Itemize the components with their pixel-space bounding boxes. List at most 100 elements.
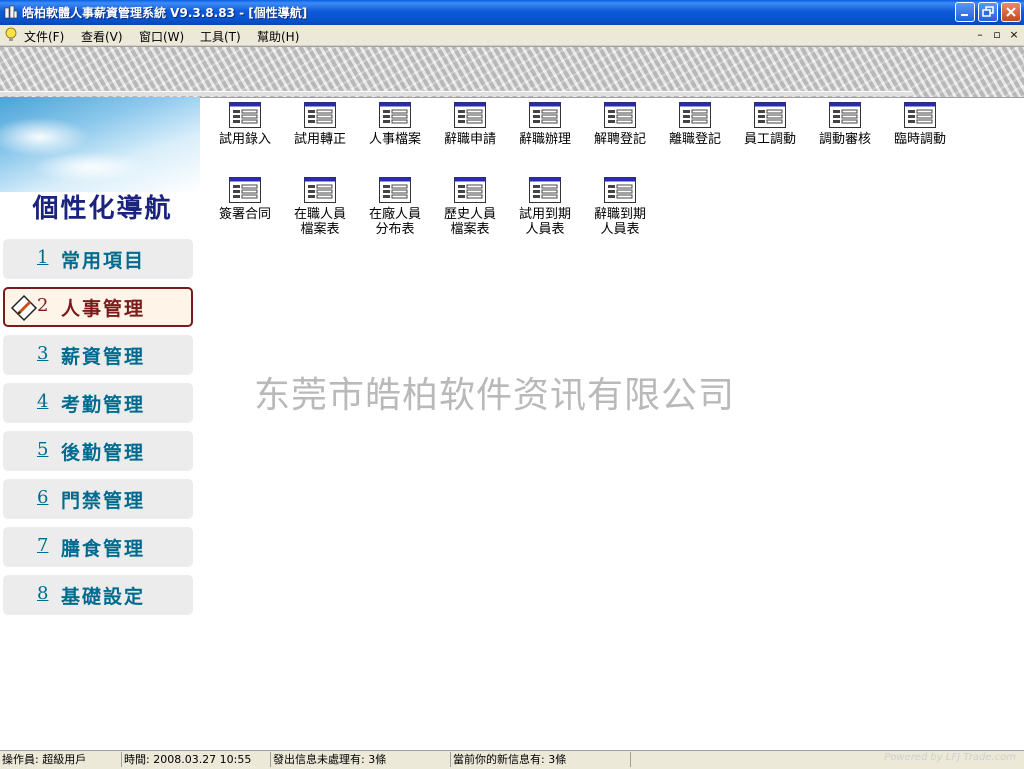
menu-file[interactable]: 文件(F) <box>24 28 64 45</box>
module-label: 試用到期 人員表 <box>518 207 571 237</box>
module-button[interactable]: 在廠人員 分布表 <box>360 177 430 237</box>
mdi-close-button[interactable]: × <box>1007 29 1021 41</box>
module-label: 在廠人員 分布表 <box>368 207 421 237</box>
window-title: 皓柏軟體人事薪資管理系統 V9.3.8.83 - [個性導航] <box>22 6 308 20</box>
status-new-messages: 當前你的新信息有: 3條 <box>450 752 630 767</box>
company-watermark: 东莞市皓柏软件资讯有限公司 <box>254 375 736 416</box>
nav-item-2[interactable]: 2 人事管理 <box>3 287 193 327</box>
module-button[interactable]: 人事檔案 <box>360 102 430 147</box>
form-icon <box>229 102 261 128</box>
title-bar[interactable]: 皓柏軟體人事薪資管理系統 V9.3.8.83 - [個性導航] <box>0 0 1024 25</box>
nav-item-5[interactable]: 5 後勤管理 <box>3 431 193 471</box>
module-label: 解聘登記 <box>593 132 646 147</box>
menu-window[interactable]: 窗口(W) <box>139 28 184 45</box>
nav-item-label: 常用項目 <box>61 250 146 272</box>
module-button[interactable]: 簽署合同 <box>210 177 280 222</box>
nav-item-number: 3 <box>37 343 49 364</box>
form-icon <box>529 177 561 203</box>
close-icon <box>1006 7 1016 17</box>
form-icon <box>754 102 786 128</box>
module-button[interactable]: 調動審核 <box>810 102 880 147</box>
status-credit: Powered by LFJ Trade.com <box>884 752 1016 763</box>
nav-item-number: 6 <box>37 487 49 508</box>
nav-item-4[interactable]: 4 考勤管理 <box>3 383 193 423</box>
form-icon <box>904 102 936 128</box>
module-label: 臨時調動 <box>893 132 946 147</box>
nav-item-label: 人事管理 <box>61 298 146 320</box>
restore-icon <box>982 6 994 17</box>
nav-item-number: 2 <box>37 295 49 316</box>
form-icon <box>379 177 411 203</box>
nav-item-label: 門禁管理 <box>61 490 146 512</box>
menu-tools[interactable]: 工具(T) <box>200 28 241 45</box>
nav-item-number: 7 <box>37 535 49 556</box>
form-icon <box>529 102 561 128</box>
form-icon <box>304 177 336 203</box>
module-button[interactable]: 辭職辦理 <box>510 102 580 147</box>
mdi-restore-button[interactable]: ▫ <box>990 29 1004 41</box>
module-button[interactable]: 臨時調動 <box>885 102 955 147</box>
status-bar: 操作員: 超級用戶 時間: 2008.03.27 10:55 發出信息未處理有:… <box>0 750 1024 769</box>
module-label: 簽署合同 <box>218 207 271 222</box>
app-icon <box>4 5 18 19</box>
nav-item-label: 考勤管理 <box>61 394 146 416</box>
minimize-icon <box>961 14 968 16</box>
nav-item-label: 基礎設定 <box>61 586 146 608</box>
form-icon <box>454 177 486 203</box>
form-icon <box>379 102 411 128</box>
module-button[interactable]: 離職登記 <box>660 102 730 147</box>
form-icon <box>604 102 636 128</box>
module-label: 員工調動 <box>743 132 796 147</box>
form-icon <box>829 102 861 128</box>
status-time: 時間: 2008.03.27 10:55 <box>121 752 270 767</box>
nav-item-number: 8 <box>37 583 49 604</box>
module-button[interactable]: 歷史人員 檔案表 <box>435 177 505 237</box>
nav-item-label: 薪資管理 <box>61 346 146 368</box>
module-label: 辭職到期 人員表 <box>593 207 646 237</box>
lightbulb-icon <box>5 27 17 41</box>
nav-item-number: 4 <box>37 391 49 412</box>
nav-item-1[interactable]: 1 常用項目 <box>3 239 193 279</box>
module-label: 離職登記 <box>668 132 721 147</box>
status-operator: 操作員: 超級用戶 <box>2 753 87 766</box>
module-button[interactable]: 員工調動 <box>735 102 805 147</box>
menu-bar: 文件(F) 查看(V) 窗口(W) 工具(T) 幫助(H) – ▫ × <box>0 25 1024 46</box>
module-button[interactable]: 試用到期 人員表 <box>510 177 580 237</box>
form-icon <box>604 177 636 203</box>
module-button[interactable]: 試用轉正 <box>285 102 355 147</box>
nav-item-3[interactable]: 3 薪資管理 <box>3 335 193 375</box>
restore-button[interactable] <box>978 2 998 22</box>
module-button[interactable]: 解聘登記 <box>585 102 655 147</box>
minimize-button[interactable] <box>955 2 975 22</box>
module-label: 歷史人員 檔案表 <box>443 207 496 237</box>
menu-view[interactable]: 查看(V) <box>81 28 123 45</box>
close-button[interactable] <box>1001 2 1021 22</box>
mdi-minimize-button[interactable]: – <box>973 29 987 41</box>
form-icon <box>454 102 486 128</box>
nav-item-number: 1 <box>37 247 49 268</box>
module-label: 人事檔案 <box>368 132 421 147</box>
menu-help[interactable]: 幫助(H) <box>257 28 299 45</box>
nav-item-7[interactable]: 7 膳食管理 <box>3 527 193 567</box>
banner-scrollbar[interactable] <box>0 91 912 96</box>
nav-item-number: 5 <box>37 439 49 460</box>
module-label: 試用錄入 <box>218 132 271 147</box>
module-label: 試用轉正 <box>293 132 346 147</box>
module-button[interactable]: 辭職到期 人員表 <box>585 177 655 237</box>
status-sent-messages: 發出信息未處理有: 3條 <box>270 752 450 767</box>
module-label: 調動審核 <box>818 132 871 147</box>
module-label: 在職人員 檔案表 <box>293 207 346 237</box>
module-button[interactable]: 在職人員 檔案表 <box>285 177 355 237</box>
module-button[interactable]: 試用錄入 <box>210 102 280 147</box>
form-icon <box>229 177 261 203</box>
form-icon <box>679 102 711 128</box>
nav-item-6[interactable]: 6 門禁管理 <box>3 479 193 519</box>
nav-item-label: 後勤管理 <box>61 442 146 464</box>
module-label: 辭職辦理 <box>518 132 571 147</box>
nav-item-8[interactable]: 8 基礎設定 <box>3 575 193 615</box>
form-icon <box>304 102 336 128</box>
nav-item-label: 膳食管理 <box>61 538 146 560</box>
module-label: 辭職申請 <box>443 132 496 147</box>
module-button[interactable]: 辭職申請 <box>435 102 505 147</box>
sky-decoration <box>0 97 200 192</box>
